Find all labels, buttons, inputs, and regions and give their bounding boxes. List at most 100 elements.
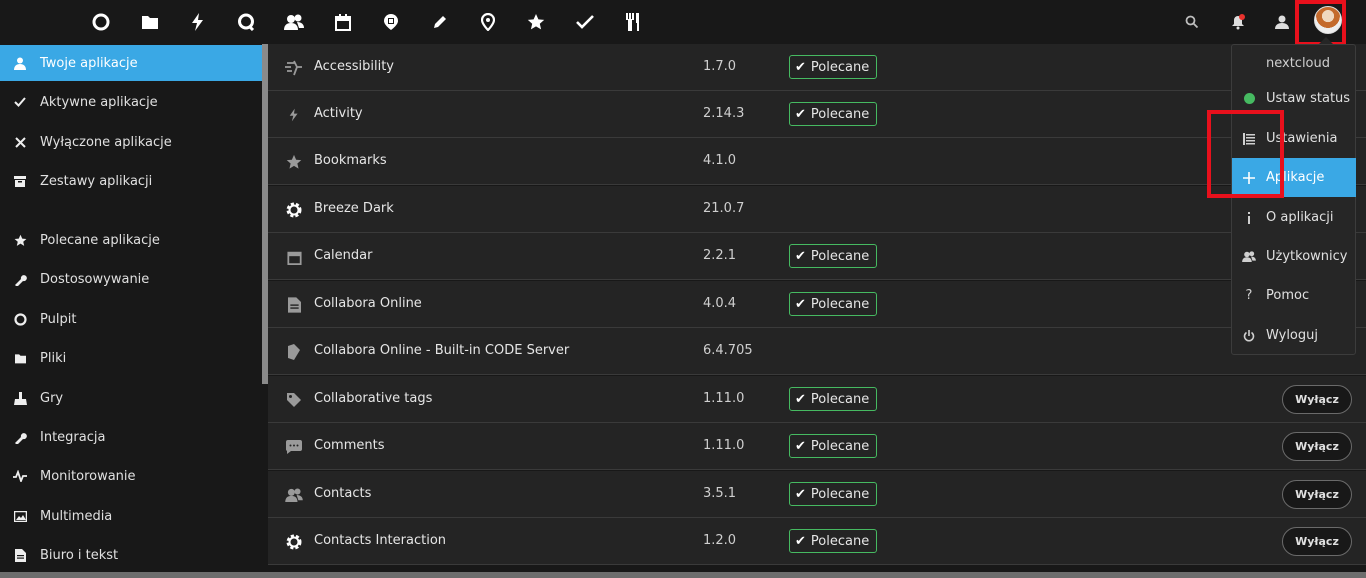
comment-icon	[284, 437, 304, 457]
contacts-menu-icon[interactable]	[1270, 9, 1296, 35]
sidebar-item-your-apps[interactable]: Twoje aplikacje	[0, 45, 263, 81]
folder-icon	[0, 353, 40, 364]
monitoring-icon	[0, 470, 40, 482]
table-row: Comments 1.11.0 ✔ Polecane Wyłącz	[268, 423, 1366, 470]
accessibility-icon	[284, 58, 304, 78]
sidebar-item-label: Multimedia	[40, 508, 113, 524]
check-icon: ✔	[795, 296, 806, 312]
gear-icon	[284, 532, 304, 552]
disable-button[interactable]: Wyłącz	[1282, 432, 1352, 461]
app-name[interactable]: Activity	[314, 106, 363, 121]
horizontal-scrollbar[interactable]	[0, 572, 1366, 578]
dashboard-icon	[0, 312, 40, 326]
app-name[interactable]: Contacts	[314, 486, 371, 501]
menu-item-apps[interactable]: Aplikacje	[1232, 158, 1356, 197]
star-icon[interactable]	[522, 8, 550, 36]
app-list: Accessibility 1.7.0 ✔ Polecane Activity 2…	[268, 44, 1366, 572]
tag-icon	[284, 390, 304, 410]
menu-item-settings[interactable]: Ustawienia	[1232, 119, 1356, 158]
table-row: Contacts Interaction 1.2.0 ✔ Polecane Wył…	[268, 518, 1366, 565]
activity-icon	[284, 105, 304, 125]
office-icon	[0, 548, 40, 562]
check-icon: ✔	[795, 391, 806, 407]
disable-button[interactable]: Wyłącz	[1282, 527, 1352, 556]
app-name[interactable]: Accessibility	[314, 59, 394, 74]
app-version: 2.14.3	[703, 106, 745, 121]
app-name[interactable]: Contacts Interaction	[314, 533, 446, 548]
menu-item-label: Aplikacje	[1266, 170, 1325, 185]
app-name[interactable]: Collabora Online	[314, 296, 422, 311]
help-icon: ?	[1245, 288, 1253, 303]
app-version: 2.2.1	[703, 248, 737, 263]
menu-item-help[interactable]: ? Pomoc	[1232, 276, 1356, 315]
sidebar-item-label: Monitorowanie	[40, 468, 136, 484]
app-name[interactable]: Breeze Dark	[314, 201, 394, 216]
table-row: Collaborative tags 1.11.0 ✔ Polecane Wyłą…	[268, 376, 1366, 423]
app-name[interactable]: Collabora Online - Built-in CODE Server	[314, 343, 569, 358]
featured-badge: ✔ Polecane	[789, 482, 878, 506]
talk-icon[interactable]	[232, 8, 260, 36]
sidebar-item-integration[interactable]: Integracja	[0, 419, 263, 455]
app-name[interactable]: Bookmarks	[314, 153, 387, 168]
sidebar-item-customization[interactable]: Dostosowywanie	[0, 261, 263, 297]
app-navigation: Twoje aplikacje Aktywne aplikacje Wyłącz…	[0, 44, 263, 572]
sidebar-item-label: Polecane aplikacje	[40, 232, 160, 248]
app-version: 6.4.705	[703, 343, 753, 358]
contacts-icon[interactable]	[280, 8, 308, 36]
featured-badge: ✔ Polecane	[789, 529, 878, 553]
sidebar-item-dashboard[interactable]: Pulpit	[0, 301, 263, 337]
user-menu: nextcloud Ustaw status Ustawienia Aplika…	[1231, 44, 1356, 355]
sidebar-item-files[interactable]: Pliki	[0, 340, 263, 376]
sidebar-item-games[interactable]: Gry	[0, 380, 263, 416]
app-name[interactable]: Collaborative tags	[314, 391, 432, 406]
check-icon: ✔	[795, 59, 806, 75]
code-server-icon	[284, 342, 304, 362]
sidebar-item-featured-apps[interactable]: Polecane aplikacje	[0, 222, 263, 258]
sidebar-item-app-bundles[interactable]: Zestawy aplikacji	[0, 163, 263, 199]
document-icon	[284, 295, 304, 315]
logout-icon	[1232, 329, 1266, 342]
star-icon	[0, 234, 40, 247]
featured-badge: ✔ Polecane	[789, 292, 878, 316]
notes-icon[interactable]	[377, 8, 405, 36]
pencil-icon[interactable]	[426, 8, 454, 36]
notifications-icon[interactable]	[1225, 9, 1251, 35]
menu-item-label: Ustaw status	[1266, 91, 1351, 106]
disable-button[interactable]: Wyłącz	[1282, 385, 1352, 414]
sidebar-item-label: Pulpit	[40, 311, 77, 327]
dashboard-icon[interactable]	[87, 8, 115, 36]
search-icon[interactable]	[1179, 9, 1205, 35]
cookbook-icon[interactable]	[619, 8, 647, 36]
menu-item-set-status[interactable]: Ustaw status	[1232, 79, 1356, 118]
menu-item-users[interactable]: Użytkownicy	[1232, 237, 1356, 276]
check-icon: ✔	[795, 438, 806, 454]
sidebar-item-office[interactable]: Biuro i tekst	[0, 537, 263, 573]
check-icon[interactable]	[571, 8, 599, 36]
games-icon	[0, 391, 40, 405]
table-row: Breeze Dark 21.0.7	[268, 186, 1366, 233]
map-pin-icon[interactable]	[474, 8, 502, 36]
sidebar-item-multimedia[interactable]: Multimedia	[0, 498, 263, 534]
menu-item-logout[interactable]: Wyloguj	[1232, 316, 1356, 355]
users-icon	[1232, 251, 1266, 262]
sidebar-item-label: Dostosowywanie	[40, 271, 150, 287]
app-version: 4.1.0	[703, 153, 737, 168]
files-icon[interactable]	[136, 8, 164, 36]
disable-button[interactable]: Wyłącz	[1282, 480, 1352, 509]
sidebar-item-monitoring[interactable]: Monitorowanie	[0, 458, 263, 494]
app-name[interactable]: Comments	[314, 438, 384, 453]
menu-item-label: O aplikacji	[1266, 210, 1334, 225]
info-icon	[1232, 211, 1266, 224]
settings-list-icon	[1232, 132, 1266, 145]
sidebar-item-disabled-apps[interactable]: Wyłączone aplikacje	[0, 124, 263, 160]
activity-icon[interactable]	[184, 8, 212, 36]
app-name[interactable]: Calendar	[314, 248, 372, 263]
app-version: 1.11.0	[703, 438, 745, 453]
sidebar-item-enabled-apps[interactable]: Aktywne aplikacje	[0, 84, 263, 120]
user-avatar[interactable]	[1314, 6, 1342, 34]
calendar-icon[interactable]	[329, 8, 357, 36]
menu-item-about[interactable]: O aplikacji	[1232, 198, 1356, 237]
menu-item-label: Pomoc	[1266, 288, 1310, 303]
featured-badge: ✔ Polecane	[789, 387, 878, 411]
calendar-icon	[284, 247, 304, 267]
